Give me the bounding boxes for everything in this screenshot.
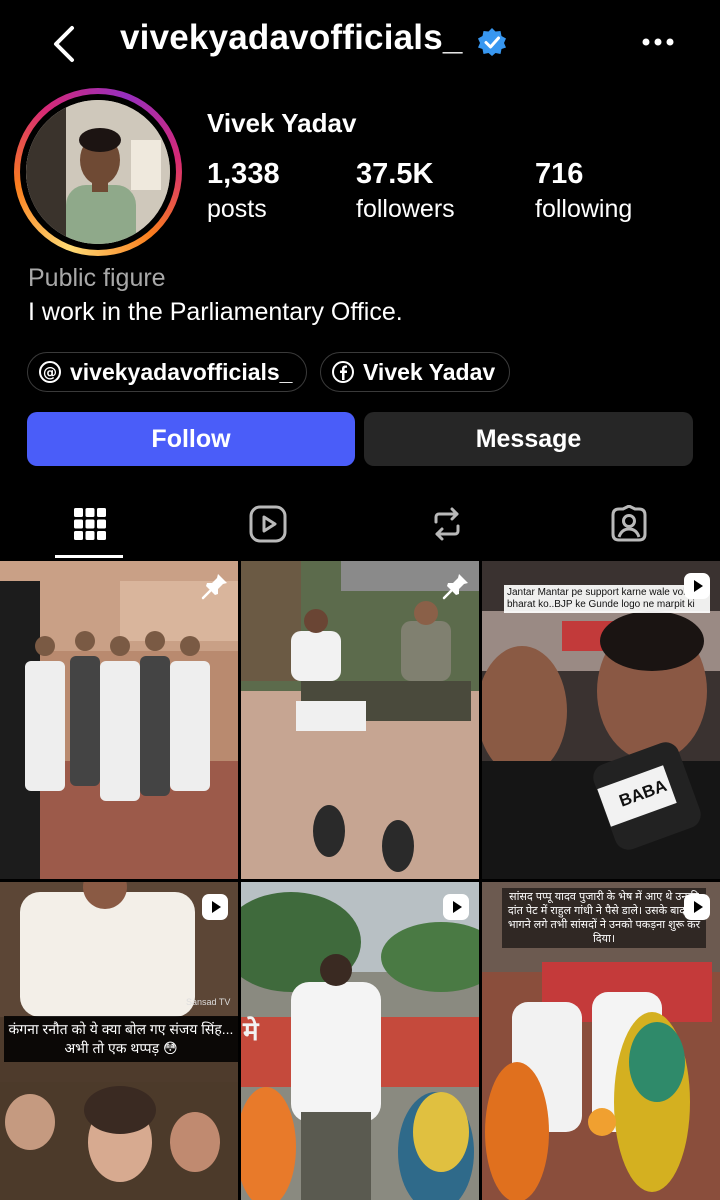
post-thumbnail[interactable]: कंगना रनौत को ये क्या बोल गए संजय सिंह..… (0, 882, 238, 1200)
profile-category: Public figure (28, 264, 166, 292)
tab-tagged[interactable] (539, 490, 719, 558)
post-thumbnail[interactable] (241, 561, 479, 879)
facebook-icon (332, 361, 354, 383)
more-options-icon[interactable] (638, 36, 678, 48)
followers-label: followers (356, 195, 455, 223)
avatar (26, 100, 170, 244)
tab-grid[interactable] (0, 490, 180, 558)
reposts-icon (434, 507, 460, 541)
reel-icon (443, 894, 469, 920)
posts-label: posts (207, 195, 267, 223)
followers-stat[interactable]: 37.5K followers (356, 158, 455, 224)
profile-username: vivekyadavofficials_ (120, 18, 463, 57)
sansad-tv-watermark: Sansad TV (186, 997, 231, 1007)
reel-icon (684, 573, 710, 599)
pin-icon (201, 574, 227, 600)
threads-icon: @ (39, 361, 61, 383)
post-image (241, 561, 479, 879)
post-thumbnail[interactable]: BABA Jantar Mantar pe support karne wale… (482, 561, 720, 879)
followers-count: 37.5K (356, 158, 434, 190)
story-ring[interactable] (14, 88, 182, 256)
grid-icon (74, 508, 106, 540)
message-button[interactable]: Message (364, 412, 693, 466)
post-thumbnail[interactable]: मे (241, 882, 479, 1200)
reel-icon (202, 894, 228, 920)
following-count: 716 (535, 158, 584, 190)
tab-reposts[interactable] (357, 490, 537, 558)
post-image (0, 561, 238, 879)
post-image (241, 882, 479, 1200)
following-stat[interactable]: 716 following (535, 158, 632, 224)
tagged-icon (611, 505, 647, 542)
top-bar: vivekyadavofficials_ (0, 0, 720, 90)
profile-tabs (0, 490, 720, 558)
profile-full-name: Vivek Yadav (207, 108, 357, 138)
tab-reels[interactable] (178, 490, 358, 558)
reels-icon (249, 505, 287, 543)
posts-stat[interactable]: 1,338 posts (207, 158, 280, 224)
profile-bio: I work in the Parliamentary Office. (28, 298, 403, 326)
post-caption: कंगना रनौत को ये क्या बोल गए संजय सिंह..… (4, 1016, 238, 1062)
pin-icon (442, 574, 468, 600)
follow-button[interactable]: Follow (27, 412, 355, 466)
banner-text: मे (243, 1016, 259, 1046)
post-thumbnail[interactable]: सांसद पप्पू यादव पुजारी के भेष में आए थे… (482, 882, 720, 1200)
reel-icon (684, 894, 710, 920)
verified-badge-icon (478, 28, 506, 56)
following-label: following (535, 195, 633, 223)
back-arrow-icon[interactable] (44, 22, 84, 66)
post-caption: सांसद पप्पू यादव पुजारी के भेष में आए थे… (502, 888, 706, 948)
post-caption: Jantar Mantar pe support karne wale volu… (504, 585, 710, 613)
facebook-link-text: Vivek Yadav (363, 358, 496, 385)
threads-link-chip[interactable]: @ vivekyadavofficials_ (27, 352, 308, 392)
facebook-link-chip[interactable]: Vivek Yadav (320, 352, 511, 392)
post-thumbnail[interactable] (0, 561, 238, 879)
posts-count: 1,338 (207, 158, 280, 190)
threads-link-text: vivekyadavofficials_ (70, 358, 293, 385)
svg-text:@: @ (43, 365, 57, 381)
